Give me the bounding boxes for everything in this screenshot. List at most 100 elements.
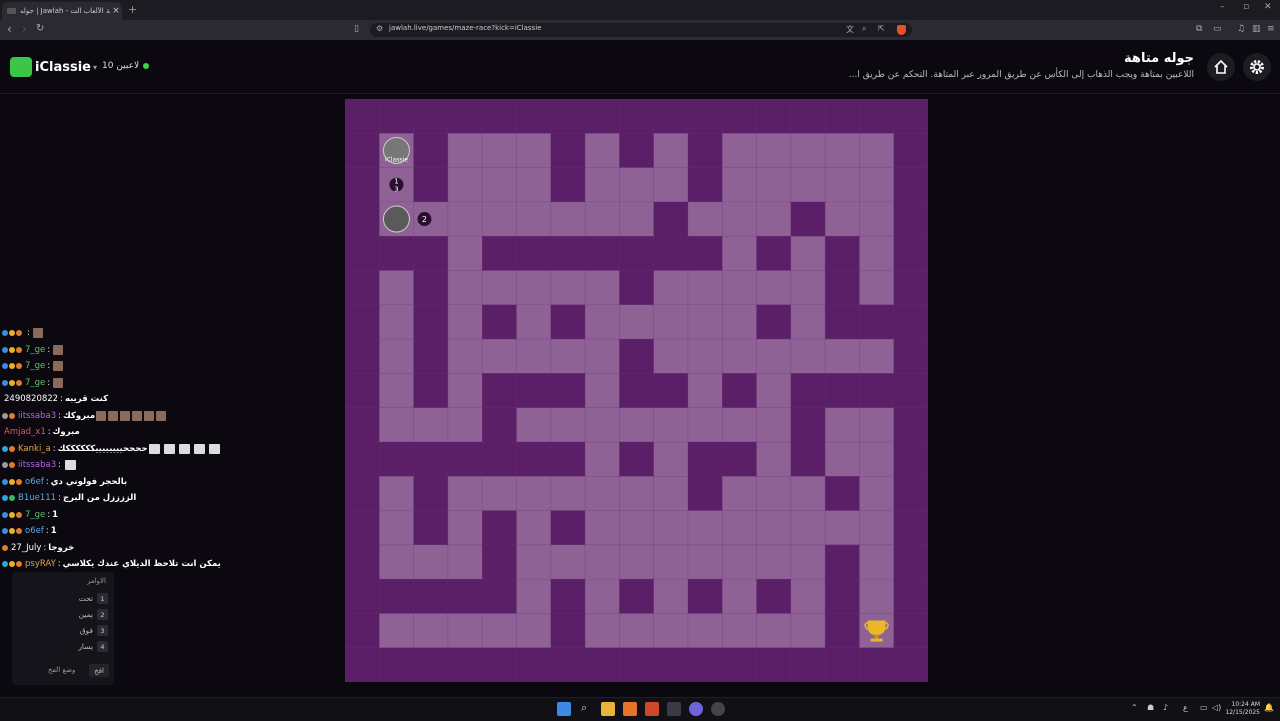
notification-icon[interactable]: 🔔 [1264, 703, 1274, 712]
forward-icon[interactable]: › [22, 22, 27, 36]
maze-wall [825, 270, 860, 306]
search-icon[interactable]: ⌕ [581, 701, 587, 715]
start-icon[interactable] [557, 702, 571, 716]
mic-icon[interactable]: ♪ [1163, 703, 1168, 712]
media-icon[interactable]: ♫ [1237, 24, 1245, 34]
chat-username[interactable]: Kanki_a [18, 444, 51, 454]
chat-separator: : [47, 427, 51, 438]
maze-wall [550, 373, 586, 409]
maze-path [447, 613, 483, 649]
maze-path [756, 373, 792, 409]
maze-path [585, 407, 620, 443]
discord-icon[interactable] [689, 702, 703, 716]
extensions-icon[interactable]: ⧉ [1196, 24, 1202, 34]
menu-icon[interactable]: ≡ [1267, 24, 1275, 34]
maze-wall [482, 304, 517, 340]
volume-icon[interactable]: ◁) [1212, 703, 1221, 712]
clock-time: 10:24 AM [1231, 701, 1260, 708]
brave-icon[interactable] [645, 702, 659, 716]
chat-username[interactable]: 27_July [11, 543, 41, 553]
maze-wall [413, 236, 449, 271]
app-icon-2[interactable] [667, 702, 681, 716]
settings-button[interactable] [1243, 53, 1271, 81]
app-icon[interactable] [623, 702, 637, 716]
badge-fire-icon [2, 544, 8, 551]
maze-wall [893, 544, 928, 580]
maze-wall [893, 236, 928, 271]
back-icon[interactable]: ‹ [7, 22, 12, 36]
badge-orange-icon [9, 462, 15, 469]
maze-wall [482, 99, 517, 134]
site-settings-icon[interactable]: ⚙ [376, 24, 383, 33]
maze-wall [687, 236, 723, 271]
chat-text: يمكن انت تلاحظ الديلاي عندك يكلاسي [62, 559, 221, 570]
chat-username[interactable]: B1ue111 [18, 493, 56, 503]
kick-logo-icon [10, 57, 32, 77]
chat-username[interactable]: o6ef [25, 477, 44, 487]
maze-wall [413, 304, 449, 340]
minimize-icon[interactable]: – [1220, 2, 1225, 12]
maze-wall [516, 441, 552, 477]
language-indicator[interactable]: ع [1183, 703, 1188, 712]
chat-username[interactable]: iitssaba3 [18, 411, 56, 421]
maze-wall [790, 407, 826, 443]
maze-path [653, 544, 689, 580]
maze-wall [619, 133, 655, 169]
chat-username[interactable]: psyRAY [25, 559, 56, 569]
maze-path [653, 270, 689, 306]
tab-close-button[interactable]: × [110, 6, 122, 16]
browser-tab[interactable]: جوله | Jawlah - منصة الألعاب الت... × [2, 2, 122, 20]
sidebar-icon[interactable]: ▥ [1252, 24, 1261, 34]
tray-chevron-icon[interactable]: ⌃ [1131, 703, 1138, 712]
maze-wall [345, 476, 380, 512]
maze-path [619, 544, 655, 580]
chat-message: 7_ge: [2, 375, 252, 392]
translate-icon[interactable]: 文 [846, 24, 854, 35]
chat-username[interactable]: Amjad_x1 [4, 427, 46, 437]
chat-username[interactable]: 7_ge [25, 361, 45, 371]
command-item: تحت 1 [79, 593, 108, 604]
url-text[interactable]: jawlah.live/games/maze-race?kick=iClassi… [389, 24, 541, 32]
home-button[interactable] [1207, 53, 1235, 81]
chat-username[interactable]: 7_ge [25, 510, 45, 520]
file-explorer-icon[interactable] [601, 702, 615, 716]
network-icon[interactable]: ▭ [1200, 703, 1208, 712]
chat-username[interactable]: 7_ge [25, 345, 45, 355]
trap-button[interactable]: افخ [89, 664, 109, 677]
reload-icon[interactable]: ↻ [36, 23, 44, 34]
chat-username[interactable]: iitssaba3 [18, 460, 56, 470]
maze-path [550, 270, 586, 306]
maze-path [585, 613, 620, 649]
chat-username[interactable]: o6ef [25, 526, 44, 536]
close-window-icon[interactable]: ✕ [1264, 2, 1272, 12]
command-label: يمين [78, 610, 93, 619]
logo-menu-icon[interactable]: ▾ [93, 63, 97, 72]
browser-icon[interactable] [711, 702, 725, 716]
maze-wall [893, 270, 928, 306]
brave-shield-icon[interactable] [897, 25, 906, 35]
maze-path [550, 201, 586, 237]
wallet-icon[interactable]: ▭ [1213, 24, 1222, 34]
maze-path [756, 510, 792, 546]
channel-logo[interactable]: iClassie ▾ [10, 57, 97, 77]
chat-username[interactable]: 2490820822 [4, 394, 58, 404]
zoom-icon[interactable]: ⌕ [862, 24, 866, 34]
maze-wall [825, 544, 860, 580]
command-number: 1 [97, 593, 108, 604]
maze-wall [379, 441, 415, 477]
url-bar[interactable]: ⚙ jawlah.live/games/maze-race?kick=iClas… [370, 23, 912, 37]
clock[interactable]: 10:24 AM 12/15/2025 [1225, 701, 1260, 717]
tray-app-icon[interactable]: ☗ [1147, 703, 1154, 712]
chat-message: o6ef: بالحجر فولوني دي [2, 474, 252, 491]
chat-username[interactable]: 7_ge [25, 378, 45, 388]
new-tab-button[interactable]: + [128, 3, 137, 16]
maze-path [619, 510, 655, 546]
maze-wall [413, 441, 449, 477]
chat-separator: : [57, 559, 61, 570]
share-icon[interactable]: ⇱ [878, 24, 885, 33]
maze-wall [550, 133, 586, 169]
maze-path [379, 304, 415, 340]
bookmark-icon[interactable]: ▯ [354, 24, 359, 34]
maze-path [516, 407, 552, 443]
maximize-icon[interactable]: ▫ [1243, 2, 1249, 12]
